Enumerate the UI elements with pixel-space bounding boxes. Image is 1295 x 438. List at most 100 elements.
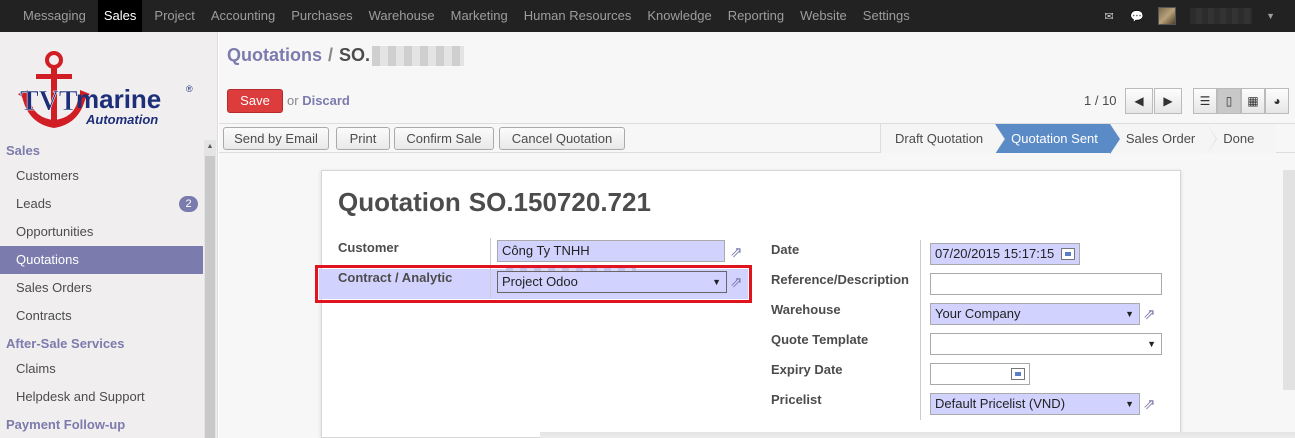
- page-title: Quotation SO.150720.721: [338, 187, 651, 218]
- menu-accounting[interactable]: Accounting: [203, 0, 283, 32]
- status-done[interactable]: Done: [1207, 124, 1277, 153]
- menu-website[interactable]: Website: [792, 0, 855, 32]
- mail-icon[interactable]: ✉: [1102, 10, 1116, 23]
- sidebar: TVT marine ® Automation Sales Customers …: [0, 32, 218, 438]
- sheet-shadow: [540, 432, 1295, 438]
- calendar-icon[interactable]: [1061, 248, 1075, 260]
- sidebar-item-claims[interactable]: Claims: [0, 355, 203, 383]
- sidebar-item-opportunities[interactable]: Opportunities: [0, 218, 203, 246]
- arrow-right-icon: ▶: [1163, 94, 1173, 108]
- status-sales-order[interactable]: Sales Order: [1109, 124, 1218, 154]
- discard-area: or Discard: [287, 93, 350, 108]
- status-draft-quotation[interactable]: Draft Quotation: [880, 124, 1006, 154]
- customer-field[interactable]: Công Ty TNHH: [497, 240, 725, 279]
- sidebar-item-helpdesk[interactable]: Helpdesk and Support: [0, 383, 203, 411]
- menu-reporting[interactable]: Reporting: [720, 0, 792, 32]
- dropdown-arrow-icon: ▼: [1147, 339, 1156, 349]
- print-button[interactable]: Print: [336, 127, 390, 150]
- sidebar-scrollbar[interactable]: ▲: [204, 140, 216, 438]
- chat-icon[interactable]: 💬: [1130, 10, 1144, 23]
- pricelist-label: Pricelist: [771, 392, 822, 407]
- send-by-email-button[interactable]: Send by Email: [223, 127, 329, 150]
- dropdown-arrow-icon: ▼: [712, 277, 721, 287]
- sidebar-item-quotations[interactable]: Quotations: [0, 246, 203, 274]
- reference-input[interactable]: [930, 273, 1162, 295]
- date-label: Date: [771, 242, 800, 257]
- status-label: Draft Quotation: [895, 131, 984, 146]
- reference-label: Reference/Description: [771, 272, 909, 287]
- warehouse-label: Warehouse: [771, 302, 841, 317]
- breadcrumb-current: SO.: [339, 45, 371, 65]
- menu-project[interactable]: Project: [146, 0, 202, 32]
- form-icon: ▯: [1225, 94, 1233, 108]
- title-number: SO.150720.721: [468, 187, 651, 217]
- menu-marketing[interactable]: Marketing: [443, 0, 516, 32]
- status-quotation-sent[interactable]: Quotation Sent: [995, 124, 1120, 154]
- external-link-icon[interactable]: ⇗: [1143, 305, 1156, 323]
- pie-chart-icon: ◕: [1273, 94, 1281, 108]
- external-link-icon[interactable]: ⇗: [1143, 395, 1156, 413]
- chevron-down-icon[interactable]: ▼: [1266, 11, 1275, 21]
- quote-template-select[interactable]: ▼: [930, 333, 1162, 355]
- menu-warehouse[interactable]: Warehouse: [361, 0, 443, 32]
- date-value: 07/20/2015 15:17:15: [935, 246, 1055, 261]
- menu-human-resources[interactable]: Human Resources: [516, 0, 640, 32]
- status-label: Done: [1223, 131, 1255, 146]
- menu-purchases[interactable]: Purchases: [283, 0, 360, 32]
- contract-value: Project Odoo: [502, 274, 578, 289]
- divider: [920, 240, 921, 420]
- company-logo[interactable]: TVT marine ® Automation: [14, 44, 204, 139]
- dropdown-arrow-icon: ▼: [1125, 399, 1134, 409]
- sidebar-item-sales-orders[interactable]: Sales Orders: [0, 274, 203, 302]
- anchor-logo-icon: TVT marine ® Automation: [18, 51, 193, 128]
- contract-analytic-select[interactable]: Project Odoo ▼: [497, 271, 727, 293]
- page-scrollbar[interactable]: [1283, 170, 1295, 390]
- pager-next-button[interactable]: ▶: [1154, 88, 1182, 114]
- scroll-up-icon[interactable]: ▲: [204, 140, 216, 154]
- menu-settings[interactable]: Settings: [855, 0, 918, 32]
- sidebar-item-leads[interactable]: Leads 2: [0, 190, 203, 218]
- user-area: ✉ 💬 ▼: [1102, 0, 1275, 32]
- form-view-button[interactable]: ▯: [1217, 88, 1241, 114]
- user-name-blurred[interactable]: [1190, 8, 1253, 24]
- external-link-icon[interactable]: ⇗: [730, 273, 743, 291]
- list-view-button[interactable]: ☰: [1193, 88, 1217, 114]
- scrollbar-thumb[interactable]: [205, 156, 215, 438]
- date-field[interactable]: 07/20/2015 15:17:15: [930, 243, 1080, 265]
- graph-view-button[interactable]: ◕: [1265, 88, 1289, 114]
- warehouse-value: Your Company: [935, 306, 1021, 321]
- calendar-icon[interactable]: [1011, 368, 1025, 380]
- sidebar-menu: Sales Customers Leads 2 Opportunities Qu…: [0, 140, 203, 436]
- pager-previous-button[interactable]: ◀: [1125, 88, 1153, 114]
- action-toolbar: Send by Email Print Confirm Sale Cancel …: [219, 123, 1295, 154]
- menu-sales[interactable]: Sales: [97, 0, 143, 32]
- discard-link[interactable]: Discard: [302, 93, 350, 108]
- top-menu-bar: Messaging Sales Project Accounting Purch…: [0, 0, 1295, 32]
- pricelist-value: Default Pricelist (VND): [935, 396, 1066, 411]
- sidebar-item-contracts[interactable]: Contracts: [0, 302, 203, 330]
- menu-messaging[interactable]: Messaging: [15, 0, 94, 32]
- confirm-sale-button[interactable]: Confirm Sale: [394, 127, 494, 150]
- breadcrumb-quotations[interactable]: Quotations: [227, 45, 322, 66]
- top-menu: Messaging Sales Project Accounting Purch…: [0, 0, 918, 32]
- avatar[interactable]: [1158, 7, 1177, 25]
- status-label: Sales Order: [1125, 131, 1196, 146]
- external-link-icon[interactable]: ⇗: [730, 243, 743, 261]
- sidebar-item-label: Leads: [16, 196, 52, 211]
- pricelist-select[interactable]: Default Pricelist (VND) ▼: [930, 393, 1140, 415]
- save-button[interactable]: Save: [227, 89, 283, 113]
- warehouse-select[interactable]: Your Company ▼: [930, 303, 1140, 325]
- cancel-quotation-button[interactable]: Cancel Quotation: [499, 127, 625, 150]
- leads-count-badge: 2: [179, 196, 198, 212]
- breadcrumb-blurred-number: [372, 45, 465, 66]
- title-word: Quotation: [338, 187, 461, 217]
- customer-value: Công Ty TNHH: [502, 243, 590, 258]
- menu-knowledge[interactable]: Knowledge: [639, 0, 719, 32]
- logo-brand2: marine: [76, 84, 161, 114]
- sidebar-section-sales: Sales: [6, 143, 40, 158]
- calendar-view-button[interactable]: ▦: [1241, 88, 1265, 114]
- calendar-icon: ▦: [1247, 94, 1259, 108]
- sidebar-section-after-sale: After-Sale Services: [6, 336, 125, 351]
- sidebar-item-customers[interactable]: Customers: [0, 162, 203, 190]
- expiry-date-field[interactable]: [930, 363, 1030, 385]
